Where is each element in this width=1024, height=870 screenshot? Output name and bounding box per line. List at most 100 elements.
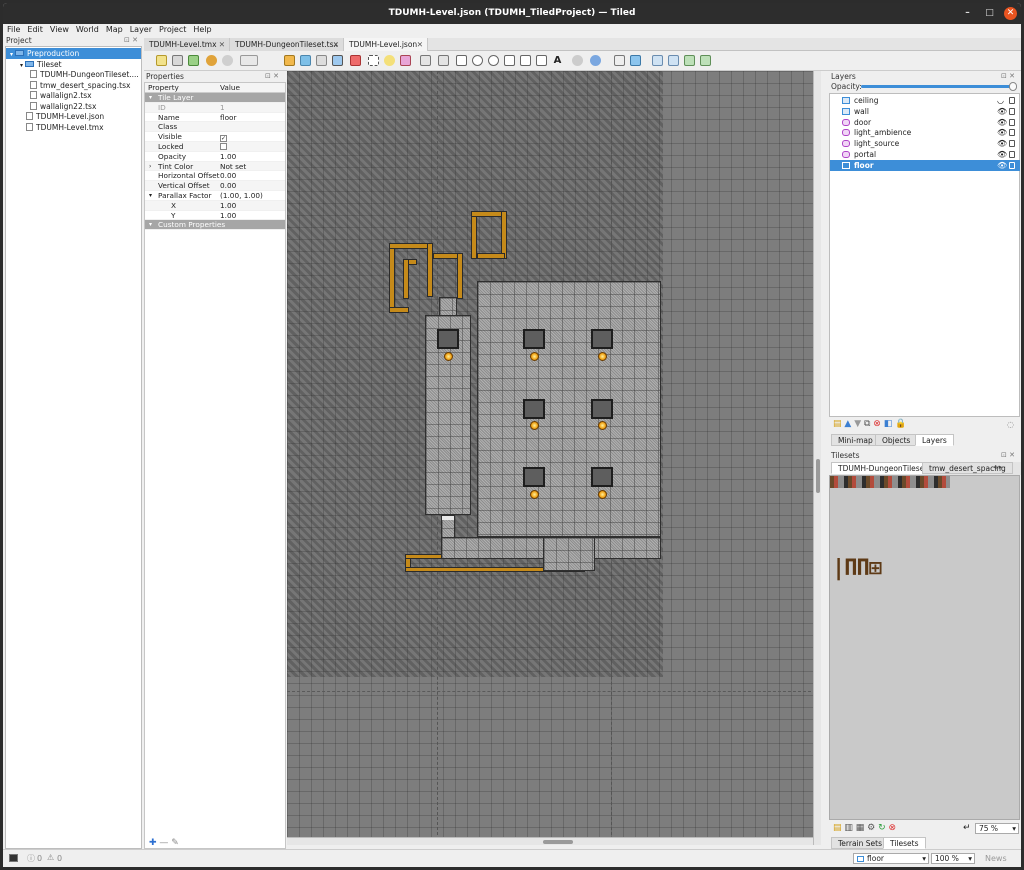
chevron-down-icon[interactable]: ▾ [149, 220, 152, 230]
lock-icon[interactable] [1009, 140, 1015, 148]
vertical-scrollbar[interactable] [813, 71, 821, 845]
layer-item-door[interactable]: door 👁 [830, 117, 1020, 128]
lock-icon[interactable] [1009, 161, 1015, 169]
random-mode-icon[interactable] [614, 55, 625, 66]
property-value[interactable]: 0.00 [220, 171, 236, 181]
light-source-icon[interactable] [598, 352, 607, 361]
menu-edit[interactable]: Edit [27, 24, 43, 36]
stamp-brush-icon[interactable] [284, 55, 295, 66]
world-tool-icon[interactable] [572, 55, 583, 66]
property-value[interactable]: Not set [220, 162, 246, 172]
project-tree[interactable]: ▾ Preproduction ▾ Tileset TDUMH-DungeonTiles… [5, 46, 142, 849]
tileset-zoom-select[interactable]: 75 % ▾ [975, 823, 1019, 834]
new-tileset-icon[interactable]: ▤ [833, 823, 842, 833]
duplicate-layer-icon[interactable]: ⧉ [864, 419, 870, 429]
tab-terrain-sets[interactable]: Terrain Sets [831, 837, 889, 849]
tab-tdumh-level-tmx[interactable]: TDUMH-Level.tmx ✕ [144, 38, 230, 51]
error-icon[interactable]: ⓘ [27, 853, 35, 864]
light-source-icon[interactable] [444, 352, 453, 361]
lock-layer-icon[interactable]: 🔒 [895, 419, 906, 429]
flip-horizontal-icon[interactable] [652, 55, 663, 66]
news-button[interactable]: News [985, 854, 1007, 863]
property-row[interactable]: Class [145, 122, 285, 133]
project-tree-item[interactable]: wallalign22.tsx [6, 101, 141, 112]
layer-item-light-ambience[interactable]: light_ambience 👁 [830, 127, 1020, 138]
lock-icon[interactable] [1009, 151, 1015, 158]
add-property-icon[interactable]: ✚ [149, 838, 157, 848]
properties-dock-buttons[interactable]: ⊡ ✕ [265, 72, 279, 80]
redo-icon[interactable] [222, 55, 233, 66]
project-tree-item[interactable]: wallalign2.tsx [6, 90, 141, 101]
magic-wand-icon[interactable] [384, 55, 395, 66]
new-layer-icon[interactable]: ▤ [833, 419, 842, 429]
eye-icon[interactable]: 👁 [997, 117, 1007, 128]
property-row[interactable]: Name floor [145, 113, 285, 123]
property-row[interactable]: X 1.00 [145, 200, 285, 211]
project-tree-item[interactable]: tmw_desert_spacing.tsx [6, 80, 141, 91]
tab-layers[interactable]: Layers [915, 434, 954, 446]
eye-icon[interactable]: 👁 [997, 138, 1007, 149]
console-icon[interactable] [9, 854, 18, 862]
new-icon[interactable] [156, 55, 167, 66]
toggle-visibility-icon[interactable]: ◧ [884, 419, 893, 429]
menu-file[interactable]: File [7, 24, 20, 36]
insert-point-icon[interactable] [472, 55, 483, 66]
property-value[interactable]: (1.00, 1.00) [220, 191, 263, 201]
horizontal-scroll-thumb[interactable] [543, 840, 573, 844]
property-row[interactable]: Vertical Offset 0.00 [145, 181, 285, 191]
tab-mini-map[interactable]: Mini-map [831, 434, 880, 446]
menu-world[interactable]: World [76, 24, 99, 36]
lock-icon[interactable] [1009, 118, 1015, 126]
property-row[interactable]: ▾ Parallax Factor (1.00, 1.00) [145, 191, 285, 201]
chevron-down-icon[interactable]: ▾ [149, 93, 152, 103]
lock-icon[interactable] [1009, 97, 1015, 104]
eye-icon[interactable]: 👁 [997, 149, 1007, 160]
project-tree-item[interactable]: TDUMH-DungeonTileset.... [6, 69, 141, 80]
menu-view[interactable]: View [50, 24, 69, 36]
layer-item-ceiling[interactable]: ceiling ◡ [830, 95, 1020, 106]
project-tree-item[interactable]: ▾ Tileset [6, 59, 141, 70]
insert-ellipse-icon[interactable] [488, 55, 499, 66]
light-source-icon[interactable] [530, 421, 539, 430]
bucket-fill-icon[interactable] [316, 55, 327, 66]
undo-icon[interactable] [206, 55, 217, 66]
tab-tilesets[interactable]: Tilesets [883, 837, 926, 849]
light-source-icon[interactable] [530, 490, 539, 499]
rename-property-icon[interactable]: ✎ [171, 838, 179, 848]
property-value[interactable]: 0.00 [220, 181, 236, 191]
eye-icon[interactable]: 👁 [997, 160, 1007, 171]
project-tree-item[interactable]: ▾ Preproduction [6, 48, 141, 59]
edit-tileset-icon[interactable]: ⚙ [867, 823, 875, 833]
export-tileset-icon[interactable]: ▦ [856, 823, 865, 833]
select-same-tile-icon[interactable] [400, 55, 411, 66]
tab-close-icon[interactable]: ✕ [219, 38, 225, 51]
insert-rectangle-icon[interactable] [456, 55, 467, 66]
tab-tdumh-level-json[interactable]: TDUMH-Level.json ✕ [344, 38, 428, 51]
layer-item-floor[interactable]: floor 👁 [830, 159, 1020, 171]
tileset-tab-scroll-icons[interactable]: ◂ ▸ [993, 463, 1002, 471]
opacity-slider[interactable] [861, 82, 1017, 91]
remove-tileset-icon[interactable]: ⊗ [889, 823, 897, 833]
property-row[interactable]: Locked [145, 142, 285, 152]
tilesets-dock-buttons[interactable]: ⊡ ✕ [1001, 451, 1015, 459]
insert-template-icon[interactable] [536, 55, 547, 66]
dynamic-wrap-icon[interactable]: ↵ [963, 823, 971, 833]
layer-item-wall[interactable]: wall 👁 [830, 106, 1020, 117]
chevron-down-icon[interactable]: ▾ [149, 191, 152, 201]
lower-layer-icon[interactable]: ▼ [854, 419, 861, 429]
highlight-layer-icon[interactable]: ◌ [1007, 420, 1014, 429]
menu-map[interactable]: Map [106, 24, 123, 36]
light-source-icon[interactable] [530, 352, 539, 361]
lock-icon[interactable] [1009, 107, 1015, 115]
opacity-slider-handle[interactable] [1009, 82, 1017, 91]
horizontal-scrollbar[interactable] [287, 837, 813, 845]
insert-text-icon[interactable]: A [552, 55, 563, 66]
tab-objects[interactable]: Objects [875, 434, 918, 446]
remove-property-icon[interactable]: — [159, 838, 168, 848]
chevron-down-icon[interactable]: ▾ [10, 51, 13, 58]
flip-vertical-icon[interactable] [668, 55, 679, 66]
export-icon[interactable] [188, 55, 199, 66]
tileset-tiles-strip[interactable] [830, 476, 950, 488]
tab-dungeon-tileset[interactable]: TDUMH-DungeonTileset.tsx ✕ [230, 38, 344, 51]
save-icon[interactable] [172, 55, 183, 66]
